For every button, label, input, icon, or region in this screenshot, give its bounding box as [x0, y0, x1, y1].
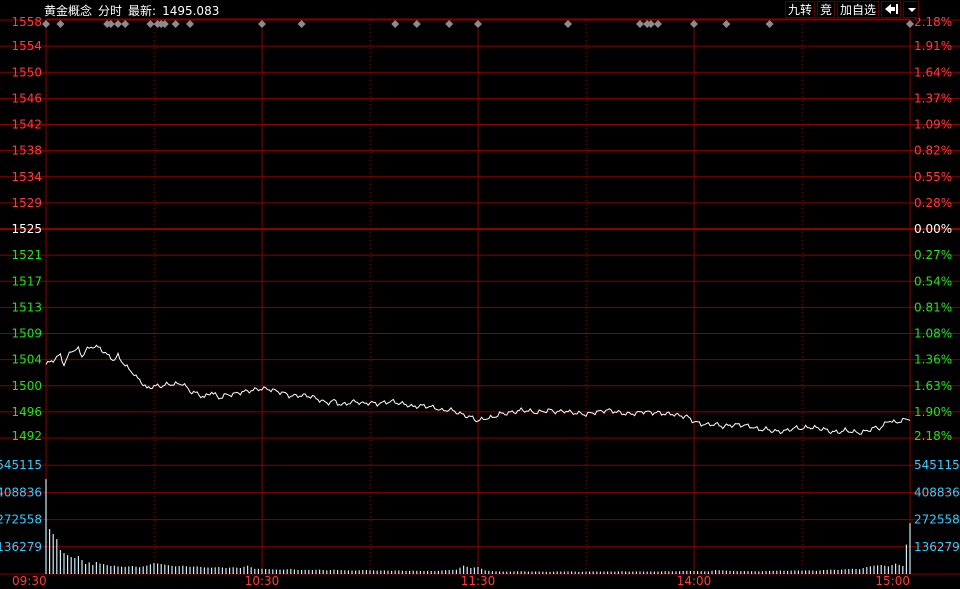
price-tick-label: 1504	[11, 353, 42, 367]
pct-tick-label: 0.81%	[914, 300, 952, 314]
event-marker-icon[interactable]	[690, 20, 698, 28]
event-marker-icon[interactable]	[297, 20, 306, 28]
event-marker-icon[interactable]	[445, 20, 454, 28]
time-tick-label: 10:30	[245, 574, 280, 588]
price-tick-label: 1509	[11, 327, 42, 341]
time-tick-label: 09:30	[12, 574, 47, 588]
price-tick-label: 1550	[11, 65, 42, 79]
event-marker-icon[interactable]	[636, 20, 644, 28]
event-marker-icon[interactable]	[146, 20, 155, 28]
event-marker-icon[interactable]	[391, 20, 400, 28]
price-tick-label: 1534	[11, 170, 42, 184]
price-tick-label: 1517	[11, 274, 42, 288]
event-marker-icon[interactable]	[474, 20, 482, 28]
event-marker-icon[interactable]	[114, 20, 122, 28]
event-marker-icon[interactable]	[56, 20, 65, 28]
volume-tick-label: 272558	[914, 513, 960, 527]
event-marker-icon[interactable]	[765, 20, 774, 28]
pct-tick-label: 1.90%	[914, 405, 952, 419]
pct-tick-label: 1.08%	[914, 327, 952, 341]
event-marker-icon[interactable]	[906, 20, 914, 28]
exit-arrow-icon[interactable]	[881, 1, 902, 18]
pct-tick-label: 0.82%	[914, 144, 952, 158]
pct-tick-label: 0.00%	[914, 222, 952, 236]
volume-tick-label: 136279	[914, 540, 960, 554]
price-tick-label: 1521	[11, 248, 42, 262]
event-marker-icon[interactable]	[412, 20, 421, 28]
pct-tick-label: 0.54%	[914, 274, 952, 288]
pct-tick-label: 1.91%	[914, 39, 952, 53]
time-tick-label: 15:00	[875, 574, 910, 588]
toolbar: 九转 竞 加自选	[783, 1, 920, 18]
pct-tick-label: 2.18%	[914, 429, 952, 443]
event-marker-icon[interactable]	[564, 20, 572, 28]
volume-tick-label: 136279	[0, 540, 42, 554]
price-tick-label: 1554	[11, 39, 42, 53]
price-tick-label: 1513	[11, 300, 42, 314]
auction-button[interactable]: 竞	[817, 1, 836, 18]
price-tick-label: 1525	[11, 222, 42, 236]
volume-tick-label: 545115	[914, 458, 960, 472]
volume-tick-label: 408836	[0, 485, 42, 499]
pct-tick-label: 0.28%	[914, 196, 952, 210]
pct-tick-label: 1.09%	[914, 118, 952, 132]
price-tick-label: 1496	[11, 405, 42, 419]
pct-tick-label: 1.63%	[914, 379, 952, 393]
price-tick-label: 1500	[11, 379, 42, 393]
price-tick-label: 1558	[11, 15, 42, 29]
event-marker-icon[interactable]	[258, 20, 266, 28]
pct-tick-label: 1.37%	[914, 91, 952, 105]
intraday-chart[interactable]: 1558 1554 1550 1546 1542 1538 1534 1529 1525 1521…	[0, 0, 960, 589]
event-marker-icon[interactable]	[121, 20, 130, 28]
exit-arrow-glyph	[885, 4, 899, 14]
time-tick-label: 11:30	[461, 574, 496, 588]
pct-tick-label: 0.27%	[914, 248, 952, 262]
event-marker-icon[interactable]	[171, 20, 180, 28]
jiuzhuan-button[interactable]: 九转	[785, 1, 816, 18]
chevron-down-glyph	[908, 8, 917, 12]
price-tick-label: 1542	[11, 118, 42, 132]
price-tick-label: 1529	[11, 196, 42, 210]
pct-tick-label: 2.18%	[914, 15, 952, 29]
event-marker-icon[interactable]	[186, 20, 194, 28]
volume-tick-label: 545115	[0, 458, 42, 472]
add-watchlist-button[interactable]: 加自选	[837, 1, 880, 18]
price-tick-label: 1492	[11, 429, 42, 443]
event-marker-icon[interactable]	[42, 20, 50, 28]
chevron-down-icon[interactable]	[903, 1, 920, 18]
time-tick-label: 14:00	[677, 574, 712, 588]
price-tick-label: 1538	[11, 144, 42, 158]
pct-tick-label: 1.36%	[914, 353, 952, 367]
event-marker-icon[interactable]	[722, 20, 731, 28]
volume-tick-label: 272558	[0, 513, 42, 527]
pct-tick-label: 1.64%	[914, 65, 952, 79]
volume-tick-label: 408836	[914, 485, 960, 499]
pct-tick-label: 0.55%	[914, 170, 952, 184]
event-marker-icon[interactable]	[654, 20, 662, 28]
price-tick-label: 1546	[11, 91, 42, 105]
